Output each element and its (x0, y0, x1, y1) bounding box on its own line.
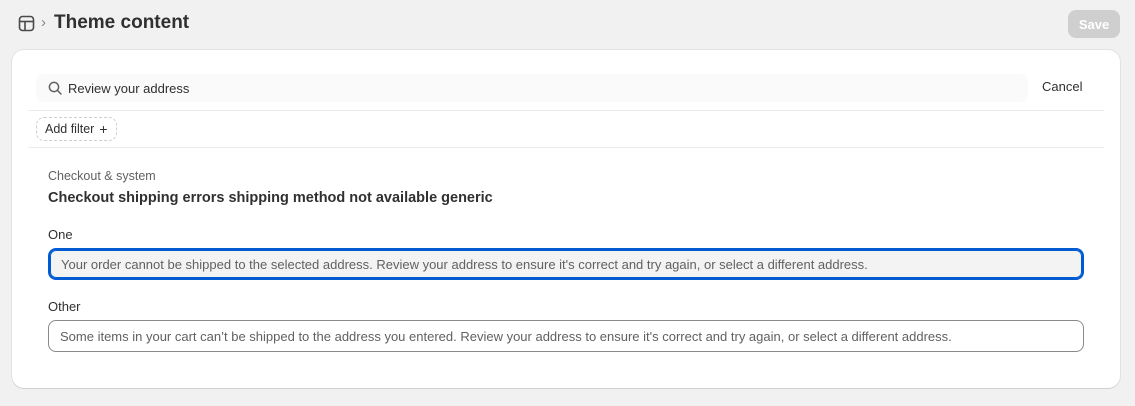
search-input[interactable] (68, 74, 1008, 102)
save-button[interactable]: Save (1068, 10, 1120, 38)
field-label-one: One (48, 227, 73, 242)
translation-field-other[interactable] (48, 320, 1084, 352)
search-bar (36, 74, 1028, 102)
layout-icon[interactable] (18, 15, 35, 32)
field-label-other: Other (48, 299, 81, 314)
section-label: Checkout & system (48, 169, 156, 183)
top-bar: › Theme content Save (0, 0, 1135, 48)
cancel-button[interactable]: Cancel (1042, 79, 1082, 94)
divider (28, 110, 1104, 111)
search-icon (48, 81, 62, 95)
add-filter-button[interactable]: Add filter + (36, 117, 117, 141)
content-item-title: Checkout shipping errors shipping method… (48, 190, 493, 206)
page-title: Theme content (54, 12, 190, 33)
content-card: Cancel Add filter + Checkout & system Ch… (12, 50, 1120, 388)
translation-field-one[interactable] (48, 248, 1084, 280)
breadcrumb-separator: › (41, 14, 46, 31)
divider (28, 147, 1104, 148)
add-filter-label: Add filter (45, 122, 95, 136)
plus-icon: + (99, 121, 108, 137)
